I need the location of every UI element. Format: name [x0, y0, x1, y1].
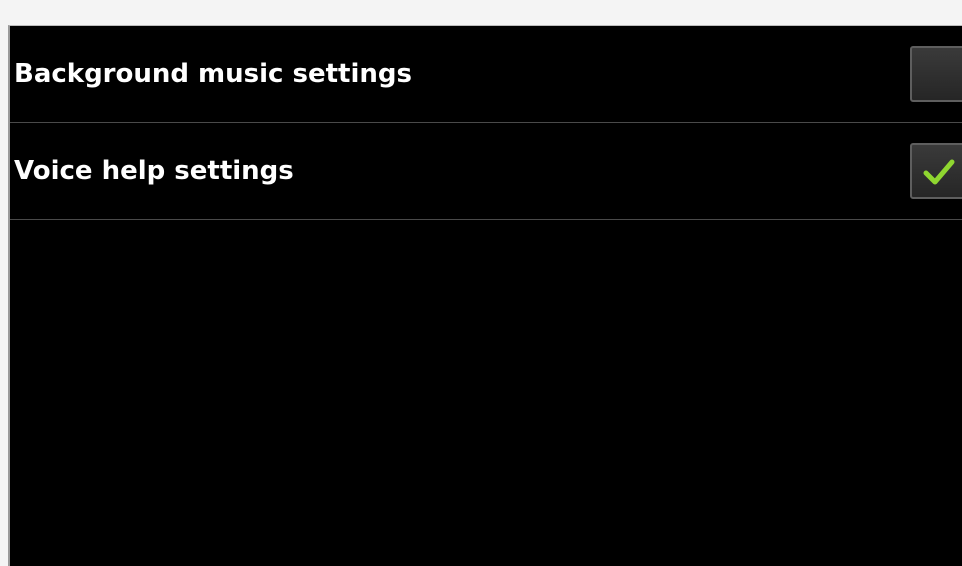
checkmark-icon: [923, 159, 955, 185]
settings-item-background-music[interactable]: Background music settings: [10, 26, 962, 123]
settings-item-voice-help[interactable]: Voice help settings: [10, 123, 962, 220]
voice-help-checkbox[interactable]: [910, 143, 962, 199]
setting-label: Voice help settings: [14, 156, 294, 186]
background-music-checkbox[interactable]: [910, 46, 962, 102]
settings-screen: Background music settings Voice help set…: [8, 25, 962, 566]
setting-label: Background music settings: [14, 59, 412, 89]
